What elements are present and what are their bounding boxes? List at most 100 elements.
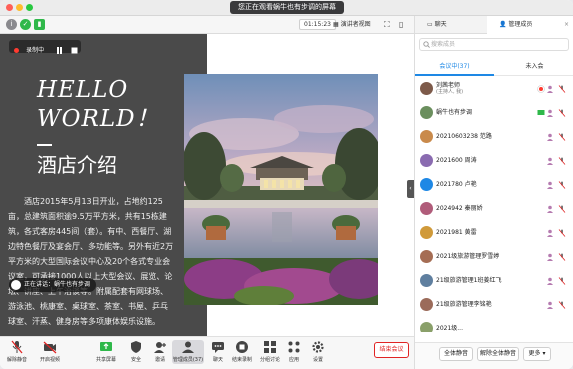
more-label: 更多 bbox=[528, 350, 541, 357]
invite-icon bbox=[154, 342, 166, 353]
member-row[interactable]: 2024942 秦丽娇 bbox=[415, 197, 573, 221]
active-speaker-label: 正在讲话：蜗牛也有步调 bbox=[24, 281, 91, 288]
invite-label: 邀请 bbox=[154, 357, 165, 363]
share-screen-icon bbox=[100, 342, 112, 351]
member-row[interactable]: 2021级... bbox=[415, 317, 573, 332]
info-icon[interactable]: i bbox=[6, 19, 17, 30]
title-bar: 您正在观看蜗牛也有步调的屏幕 bbox=[0, 0, 573, 23]
avatar bbox=[420, 154, 433, 167]
avatar bbox=[420, 130, 433, 143]
search-icon bbox=[423, 41, 430, 48]
share-screen-label: 共享屏幕 bbox=[95, 357, 116, 363]
avatar bbox=[420, 106, 433, 119]
mic-muted-icon bbox=[558, 181, 566, 189]
members-panel: ▭ 聊天 👤 管理成员 × 搜索成员 会议中(37) 未入会 刘茜老师 (主持人… bbox=[414, 16, 573, 369]
member-name: 2021780 卢艳 bbox=[436, 181, 477, 188]
start-video-button[interactable]: 开启视频 bbox=[36, 340, 64, 364]
meeting-window: 您正在观看蜗牛也有步调的屏幕 i ✓ ▮ 01:15:23 ▦ 演讲者视图 ⛶ … bbox=[0, 0, 573, 369]
slide-headline-line2: WORLD！ bbox=[37, 106, 160, 132]
tab-members[interactable]: 👤 管理成员 × bbox=[487, 16, 573, 34]
mic-muted-icon bbox=[558, 133, 566, 141]
member-row[interactable]: 2021600 周涛 bbox=[415, 149, 573, 173]
stop-record-label: 结束录制 bbox=[231, 357, 252, 363]
member-row[interactable]: 21级旅游管理1班姜红飞 bbox=[415, 269, 573, 293]
screen-share-status-icon bbox=[537, 110, 545, 115]
mic-muted-icon bbox=[558, 277, 566, 285]
security-shield-icon[interactable]: ✓ bbox=[20, 19, 31, 30]
member-name: 2021600 周涛 bbox=[436, 157, 477, 164]
member-row[interactable]: 21级旅游管理李铭艳 bbox=[415, 293, 573, 317]
stop-record-icon bbox=[236, 341, 248, 353]
member-name: 2021981 黄雷 bbox=[436, 229, 477, 236]
end-meeting-button[interactable]: 结束会议 bbox=[374, 342, 409, 358]
slide-text-panel: 录制中 HELLO WORLD！ 酒店介绍 酒店2015年5月13日开业，占地约… bbox=[0, 34, 207, 336]
members-tab-icon: 👤 bbox=[499, 21, 509, 28]
avatar bbox=[420, 322, 433, 332]
person-icon bbox=[547, 205, 553, 213]
avatar bbox=[420, 202, 433, 215]
member-name: 21级旅游管理1班姜红飞 bbox=[436, 277, 502, 284]
member-row[interactable]: 2021级旅游管理罗雪婷 bbox=[415, 245, 573, 269]
person-icon bbox=[547, 157, 553, 165]
person-icon bbox=[547, 109, 553, 117]
member-subtabs: 会议中(37) 未入会 bbox=[415, 60, 573, 76]
member-row[interactable]: 2021981 黄雷 bbox=[415, 221, 573, 245]
person-icon bbox=[547, 181, 553, 189]
member-row[interactable]: 刘茜老师 (主持人, 我) bbox=[415, 77, 573, 101]
tab-in-meeting[interactable]: 会议中(37) bbox=[415, 60, 494, 76]
close-panel-icon[interactable]: × bbox=[564, 16, 569, 34]
settings-icon bbox=[312, 341, 324, 353]
chevron-left-icon: ‹ bbox=[409, 185, 412, 192]
mute-all-button[interactable]: 全体静音 bbox=[439, 347, 473, 361]
unmute-all-button[interactable]: 解除全体静音 bbox=[477, 347, 519, 361]
person-icon bbox=[547, 85, 553, 93]
speaker-view-button[interactable]: ▦ 演讲者视图 bbox=[330, 19, 374, 30]
apps-icon bbox=[288, 341, 300, 353]
tab-members-label: 管理成员 bbox=[508, 21, 533, 28]
member-name: 2021级旅游管理罗雪婷 bbox=[436, 253, 500, 260]
mic-muted-icon bbox=[558, 253, 566, 261]
avatar bbox=[420, 274, 433, 287]
unmute-button[interactable]: 解除静音 bbox=[3, 340, 31, 364]
more-button[interactable]: 更多 ▾ bbox=[523, 347, 551, 361]
invite-button[interactable]: 邀请 bbox=[146, 340, 174, 364]
manage-members-button[interactable]: 管理成员(37) bbox=[172, 340, 204, 364]
chat-icon bbox=[212, 342, 224, 353]
settings-button[interactable]: 设置 bbox=[304, 340, 332, 364]
stop-record-button[interactable]: 结束录制 bbox=[228, 340, 256, 364]
member-name: 21级旅游管理李铭艳 bbox=[436, 301, 492, 308]
pause-recording-icon[interactable] bbox=[56, 47, 63, 54]
share-screen-button[interactable]: 共享屏幕 bbox=[92, 340, 120, 364]
sidebar-toggle-icon[interactable]: ▯ bbox=[399, 19, 403, 30]
member-name: 2021级... bbox=[436, 325, 463, 332]
close-window-button[interactable] bbox=[6, 4, 13, 11]
slide-title: 酒店介绍 bbox=[37, 153, 117, 177]
tab-chat[interactable]: ▭ 聊天 bbox=[415, 16, 487, 34]
person-icon bbox=[547, 229, 553, 237]
slide-divider bbox=[37, 144, 52, 146]
member-row[interactable]: 2021780 卢艳 bbox=[415, 173, 573, 197]
chat-tab-icon: ▭ bbox=[427, 21, 435, 28]
zoom-window-button[interactable] bbox=[26, 4, 33, 11]
hotel-photo bbox=[184, 74, 378, 305]
settings-label: 设置 bbox=[312, 357, 323, 363]
person-icon bbox=[547, 301, 553, 309]
tab-not-joined[interactable]: 未入会 bbox=[495, 60, 573, 76]
speaker-avatar-icon bbox=[11, 279, 21, 290]
network-icon[interactable]: ▮ bbox=[34, 19, 45, 30]
members-footer: 全体静音 解除全体静音 更多 ▾ bbox=[415, 342, 573, 369]
person-icon bbox=[547, 253, 553, 261]
recording-bar: 录制中 bbox=[9, 40, 82, 54]
shared-screen: 录制中 HELLO WORLD！ 酒店介绍 酒店2015年5月13日开业，占地约… bbox=[0, 34, 414, 336]
search-placeholder: 搜索成员 bbox=[431, 41, 456, 48]
member-row[interactable]: 蜗牛也有步调 bbox=[415, 101, 573, 125]
member-name: 刘茜老师 bbox=[436, 82, 461, 89]
collapse-panel-button[interactable]: ‹ bbox=[407, 180, 414, 198]
member-search-input[interactable]: 搜索成员 bbox=[419, 38, 569, 51]
member-name: 蜗牛也有步调 bbox=[436, 109, 473, 116]
minimize-window-button[interactable] bbox=[16, 4, 23, 11]
member-row[interactable]: 20210603238 范路 bbox=[415, 125, 573, 149]
stop-recording-icon[interactable] bbox=[71, 47, 78, 54]
recording-label: 录制中 bbox=[26, 47, 45, 54]
fullscreen-icon[interactable]: ⛶ bbox=[384, 19, 390, 30]
